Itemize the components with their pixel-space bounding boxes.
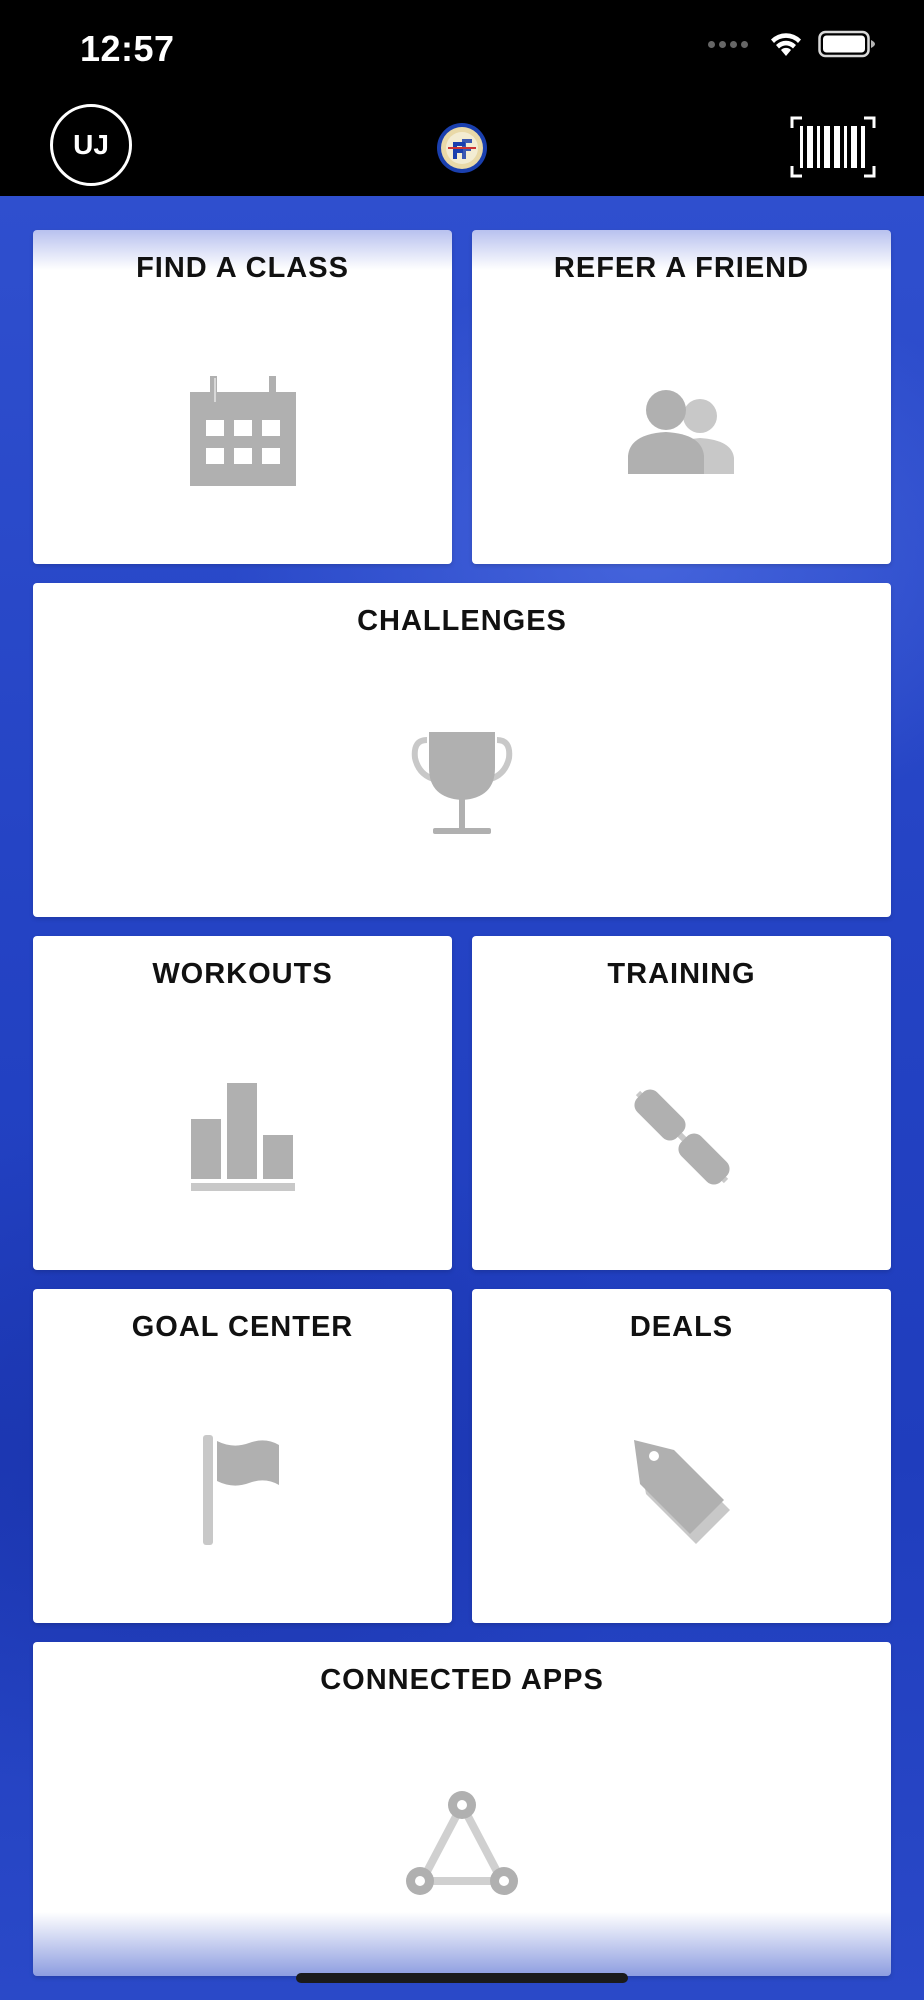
profile-avatar-button[interactable]: UJ <box>50 104 132 186</box>
status-time: 12:57 <box>80 28 175 69</box>
refer-a-friend-title: REFER A FRIEND <box>553 252 810 284</box>
trophy-icon <box>411 732 513 834</box>
network-icon <box>406 1791 518 1895</box>
find-a-class-title: FIND A CLASS <box>136 252 349 284</box>
price-tag-icon <box>633 1440 730 1544</box>
wifi-icon <box>771 33 801 56</box>
find-a-class-tile[interactable]: FIND A CLASS <box>33 230 452 564</box>
dumbbell-icon <box>633 1089 730 1185</box>
deals-title: DEALS <box>629 1311 734 1343</box>
workouts-title: WORKOUTS <box>152 958 333 990</box>
dashboard-grid: FIND A CLASS REFER A FRIEND CHALLENGES W… <box>33 230 891 1976</box>
training-title: TRAINING <box>607 958 756 990</box>
challenges-title: CHALLENGES <box>357 605 567 637</box>
club-logo-icon[interactable] <box>436 122 488 174</box>
battery-icon <box>818 30 875 58</box>
training-tile[interactable]: TRAINING <box>472 936 891 1270</box>
connected-apps-tile[interactable]: CONNECTED APPS <box>33 1642 891 1976</box>
bar-chart-icon <box>190 1083 295 1191</box>
people-icon <box>627 390 734 474</box>
flag-icon <box>202 1435 279 1545</box>
status-icons <box>708 30 876 58</box>
goal-center-title: GOAL CENTER <box>131 1311 354 1343</box>
connected-apps-title: CONNECTED APPS <box>320 1664 604 1696</box>
app-header: UJ <box>0 100 924 196</box>
cellular-signal-icon <box>708 40 748 48</box>
goal-center-tile[interactable]: GOAL CENTER <box>33 1289 452 1623</box>
barcode-scan-icon[interactable] <box>790 116 876 178</box>
dashboard-background: FIND A CLASS REFER A FRIEND CHALLENGES W… <box>0 196 924 2000</box>
refer-a-friend-tile[interactable]: REFER A FRIEND <box>472 230 891 564</box>
workouts-tile[interactable]: WORKOUTS <box>33 936 452 1270</box>
status-bar: 12:57 <box>0 0 924 100</box>
calendar-icon <box>189 376 296 486</box>
challenges-tile[interactable]: CHALLENGES <box>33 583 891 917</box>
deals-tile[interactable]: DEALS <box>472 1289 891 1623</box>
home-indicator[interactable] <box>296 1973 628 1983</box>
